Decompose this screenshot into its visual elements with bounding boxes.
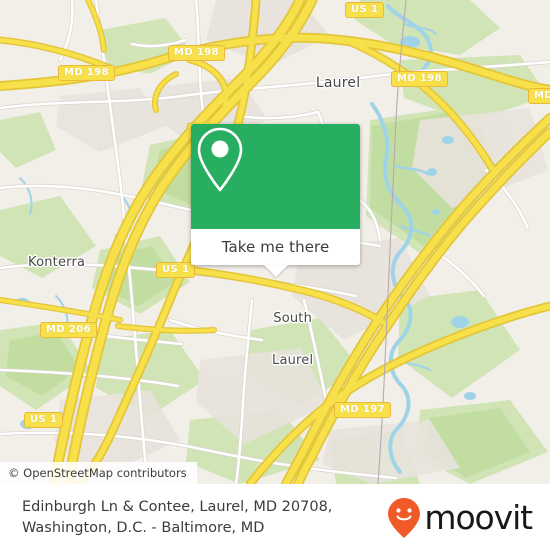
map-attribution-text: © OpenStreetMap contributors [8, 466, 187, 480]
road-shield-md-1-edge[interactable]: MD 1 [528, 88, 550, 104]
road-shield-us-1-bottom[interactable]: US 1 [24, 412, 64, 428]
moovit-brand[interactable]: moovit [387, 497, 533, 539]
take-me-there-label: Take me there [221, 238, 330, 256]
map-pin-icon [197, 127, 243, 192]
moovit-smiling-pin-icon [388, 497, 421, 538]
callout-action-bar[interactable]: Take me there [191, 229, 360, 265]
road-shield-md-198-left[interactable]: MD 198 [58, 65, 116, 81]
road-shield-us-1-middle[interactable]: US 1 [156, 262, 196, 278]
location-title-line-1: Edinburgh Ln & Contee, Laurel, MD 20708, [22, 498, 333, 515]
location-title: Edinburgh Ln & Contee, Laurel, MD 20708,… [22, 497, 332, 539]
screenshot-root: Laurel Konterra South Laurel US 1 MD 198… [0, 0, 550, 550]
callout-pointer-tail [263, 265, 288, 277]
callout-icon-area [191, 124, 360, 229]
location-title-line-2: Washington, D.C. - Baltimore, MD [22, 519, 265, 536]
road-shield-md-206[interactable]: MD 206 [40, 322, 98, 338]
road-shield-us-1-top[interactable]: US 1 [345, 2, 385, 18]
moovit-wordmark: moovit [424, 498, 533, 537]
road-shield-md-198-center[interactable]: MD 198 [168, 45, 226, 61]
take-me-there-callout[interactable]: Take me there [191, 124, 360, 277]
footer-bar: Edinburgh Ln & Contee, Laurel, MD 20708,… [0, 484, 550, 550]
map-attribution[interactable]: © OpenStreetMap contributors [0, 462, 197, 484]
map-canvas[interactable]: Laurel Konterra South Laurel US 1 MD 198… [0, 0, 550, 484]
road-shield-md-198-right[interactable]: MD 198 [391, 71, 449, 87]
road-shield-md-197[interactable]: MD 197 [334, 402, 392, 418]
